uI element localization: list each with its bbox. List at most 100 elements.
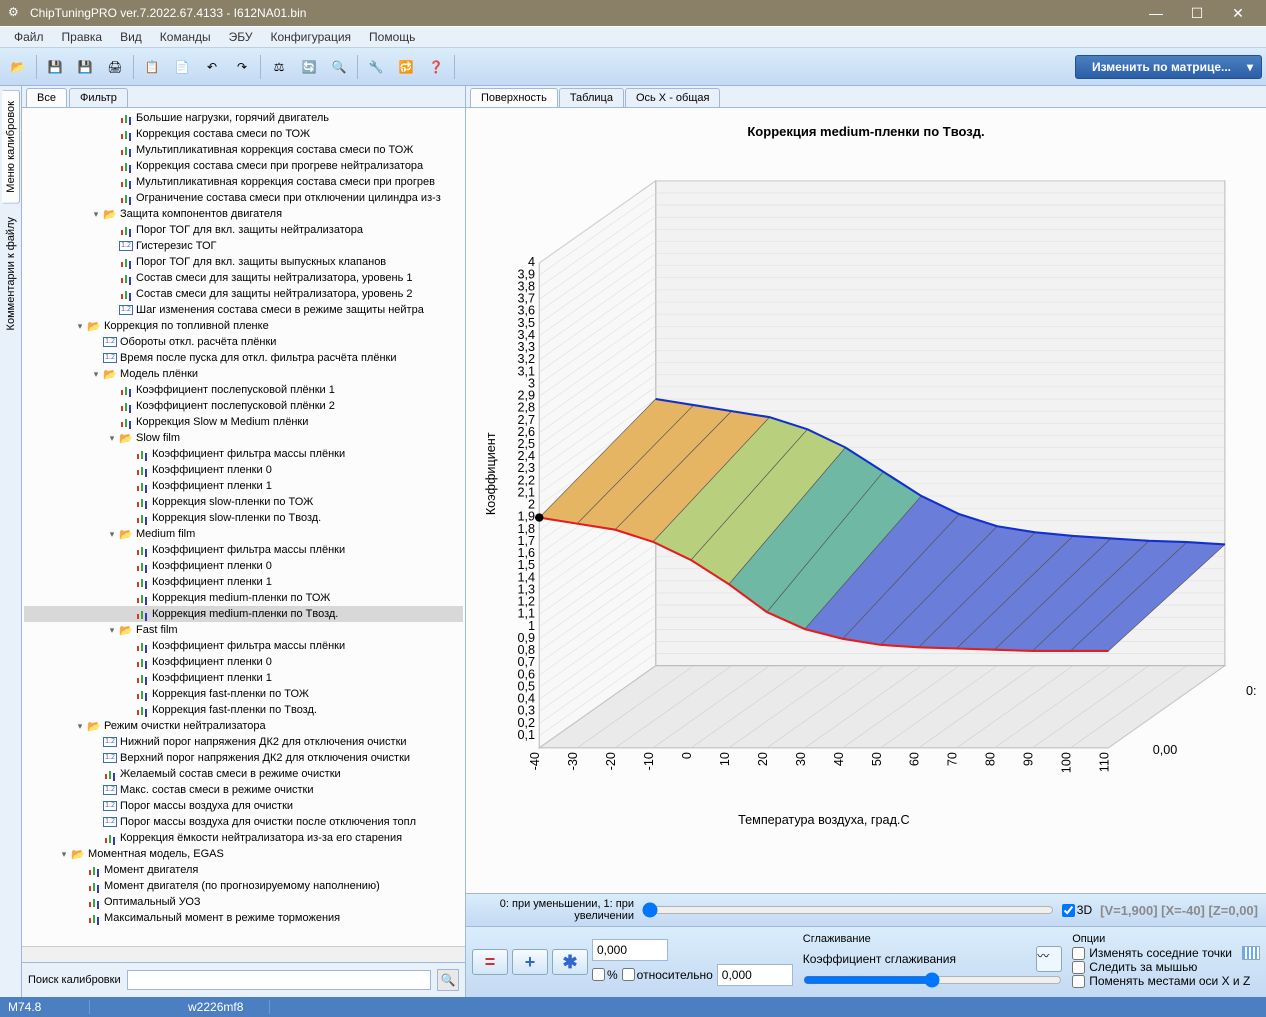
menu-commands[interactable]: Команды: [152, 28, 219, 46]
smooth-icon[interactable]: 〰: [1036, 946, 1062, 972]
menu-help[interactable]: Помощь: [361, 28, 423, 46]
tree-item[interactable]: Желаемый состав смеси в режиме очистки: [24, 766, 463, 782]
tree-scrollbar[interactable]: [22, 946, 465, 962]
tree-item[interactable]: 1.2Порог массы воздуха для очистки: [24, 798, 463, 814]
tree-item[interactable]: Коэффициент фильтра массы плёнки: [24, 638, 463, 654]
tree-item[interactable]: 1.2Время после пуска для откл. фильтра р…: [24, 350, 463, 366]
tree-item[interactable]: Коррекция medium-пленки по Tвозд.: [24, 606, 463, 622]
tree-item[interactable]: Момент двигателя: [24, 862, 463, 878]
filter-tab-all[interactable]: Все: [26, 88, 67, 107]
redo-icon[interactable]: ↷: [228, 53, 256, 81]
menu-ecu[interactable]: ЭБУ: [221, 28, 261, 46]
view-tab-table[interactable]: Таблица: [559, 88, 624, 107]
tree-item[interactable]: 1.2Обороты откл. расчёта плёнки: [24, 334, 463, 350]
tree-item[interactable]: ▾Режим очистки нейтрализатора: [24, 718, 463, 734]
grid-icon[interactable]: [1242, 946, 1260, 960]
tree-item[interactable]: Коэффициент фильтра массы плёнки: [24, 446, 463, 462]
tree-item[interactable]: ▾Модель плёнки: [24, 366, 463, 382]
tree-item[interactable]: Коррекция slow-пленки по ТОЖ: [24, 494, 463, 510]
percent-checkbox[interactable]: [592, 968, 605, 981]
tree-item[interactable]: Коррекция fast-пленки по ТОЖ: [24, 686, 463, 702]
tree-item[interactable]: Коэффициент послепусковой плёнки 2: [24, 398, 463, 414]
tree-item[interactable]: Коэффициент пленки 1: [24, 478, 463, 494]
view-tab-surface[interactable]: Поверхность: [470, 88, 558, 107]
menu-view[interactable]: Вид: [112, 28, 150, 46]
tree-item[interactable]: Коэффициент послепусковой плёнки 1: [24, 382, 463, 398]
tree-item[interactable]: ▾Fast film: [24, 622, 463, 638]
find-icon[interactable]: 🔍: [325, 53, 353, 81]
tree-item[interactable]: 1.2Шаг изменения состава смеси в режиме …: [24, 302, 463, 318]
opt-neighbors-checkbox[interactable]: [1072, 947, 1085, 960]
tree-item[interactable]: Коэффициент пленки 1: [24, 670, 463, 686]
tree-item[interactable]: Коэффициент фильтра массы плёнки: [24, 542, 463, 558]
tree-item[interactable]: Коррекция slow-пленки по Tвозд.: [24, 510, 463, 526]
sync-icon[interactable]: 🔂: [392, 53, 420, 81]
settings-icon[interactable]: 🔧: [362, 53, 390, 81]
tree-item[interactable]: 1.2Нижний порог напряжения ДК2 для отклю…: [24, 734, 463, 750]
undo-icon[interactable]: ↶: [198, 53, 226, 81]
3d-checkbox[interactable]: [1062, 904, 1075, 917]
tree-item[interactable]: ▾Защита компонентов двигателя: [24, 206, 463, 222]
tree-item[interactable]: Оптимальный УОЗ: [24, 894, 463, 910]
tree-item[interactable]: ▾Slow film: [24, 430, 463, 446]
tree-item[interactable]: 1.2Порог массы воздуха для очистки после…: [24, 814, 463, 830]
tree-item[interactable]: Порог ТОГ для вкл. защиты нейтрализатора: [24, 222, 463, 238]
compare-icon[interactable]: ⚖: [265, 53, 293, 81]
tree-item[interactable]: ▾Коррекция по топливной пленке: [24, 318, 463, 334]
smooth-slider[interactable]: [803, 972, 1062, 988]
calibration-tree[interactable]: Большие нагрузки, горячий двигательКорре…: [22, 108, 465, 946]
copy-icon[interactable]: 📋: [138, 53, 166, 81]
tree-item[interactable]: Коэффициент пленки 0: [24, 462, 463, 478]
matrix-button[interactable]: Изменить по матрице...: [1075, 55, 1262, 79]
open-icon[interactable]: 📂: [4, 53, 32, 81]
paste-icon[interactable]: 📄: [168, 53, 196, 81]
save-icon[interactable]: 💾: [41, 53, 69, 81]
tree-item[interactable]: Мультипликативная коррекция состава смес…: [24, 142, 463, 158]
equals-button[interactable]: =: [472, 949, 508, 975]
value-input[interactable]: [592, 939, 668, 961]
surface-chart[interactable]: 0,10,20,30,40,50,60,70,80,911,11,21,31,4…: [476, 149, 1256, 883]
refresh-icon[interactable]: 🔄: [295, 53, 323, 81]
tree-item[interactable]: 1.2Макс. состав смеси в режиме очистки: [24, 782, 463, 798]
tree-item[interactable]: Максимальный момент в режиме торможения: [24, 910, 463, 926]
menu-config[interactable]: Конфигурация: [262, 28, 359, 46]
tree-item[interactable]: Коррекция medium-пленки по ТОЖ: [24, 590, 463, 606]
save-as-icon[interactable]: 💾: [71, 53, 99, 81]
tree-item[interactable]: Коэффициент пленки 1: [24, 574, 463, 590]
tree-item[interactable]: Состав смеси для защиты нейтрализатора, …: [24, 270, 463, 286]
menu-edit[interactable]: Правка: [54, 28, 111, 46]
view-tab-xaxis[interactable]: Ось X - общая: [625, 88, 721, 107]
side-tab-calibrations[interactable]: Меню калибровок: [2, 90, 20, 204]
opt-follow-mouse-checkbox[interactable]: [1072, 961, 1085, 974]
print-icon[interactable]: 🖨: [101, 53, 129, 81]
tree-item[interactable]: 1.2Верхний порог напряжения ДК2 для откл…: [24, 750, 463, 766]
relative-input[interactable]: [717, 964, 793, 986]
tree-item[interactable]: Коррекция Slow м Medium плёнки: [24, 414, 463, 430]
plus-button[interactable]: +: [512, 949, 548, 975]
tree-item[interactable]: Состав смеси для защиты нейтрализатора, …: [24, 286, 463, 302]
search-button[interactable]: 🔍: [437, 969, 459, 991]
tree-item[interactable]: ▾Моментная модель, EGAS: [24, 846, 463, 862]
tree-item[interactable]: Коррекция fast-пленки по Tвозд.: [24, 702, 463, 718]
tree-item[interactable]: Порог ТОГ для вкл. защиты выпускных клап…: [24, 254, 463, 270]
menu-file[interactable]: Файл: [6, 28, 52, 46]
tree-item[interactable]: Коррекция ёмкости нейтрализатора из-за е…: [24, 830, 463, 846]
search-input[interactable]: [127, 970, 431, 990]
filter-tab-filter[interactable]: Фильтр: [69, 88, 128, 107]
maximize-button[interactable]: ☐: [1177, 1, 1217, 25]
tree-item[interactable]: Большие нагрузки, горячий двигатель: [24, 110, 463, 126]
tree-item[interactable]: 1.2Гистерезис ТОГ: [24, 238, 463, 254]
relative-checkbox[interactable]: [622, 968, 635, 981]
opt-swap-axes-checkbox[interactable]: [1072, 975, 1085, 988]
close-button[interactable]: ✕: [1218, 1, 1258, 25]
tree-item[interactable]: Мультипликативная коррекция состава смес…: [24, 174, 463, 190]
tree-item[interactable]: Ограничение состава смеси при отключении…: [24, 190, 463, 206]
tree-item[interactable]: Коэффициент пленки 0: [24, 654, 463, 670]
tree-item[interactable]: Коррекция состава смеси при прогреве ней…: [24, 158, 463, 174]
multiply-button[interactable]: ✱: [552, 949, 588, 975]
tree-item[interactable]: Момент двигателя (по прогнозируемому нап…: [24, 878, 463, 894]
y-slider[interactable]: [642, 902, 1054, 918]
tree-item[interactable]: Коррекция состава смеси по ТОЖ: [24, 126, 463, 142]
help-icon[interactable]: ❓: [422, 53, 450, 81]
side-tab-comments[interactable]: Комментарии к файлу: [2, 206, 20, 341]
